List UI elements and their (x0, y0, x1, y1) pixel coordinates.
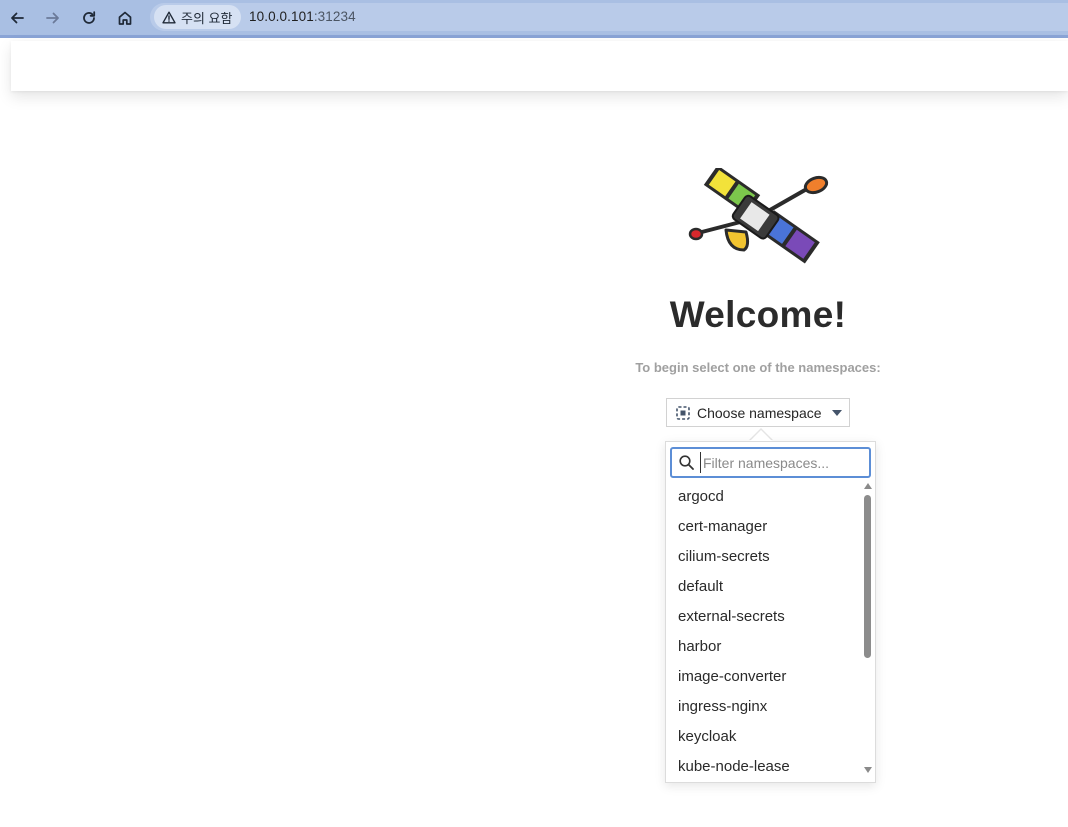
caret-down-icon (831, 409, 842, 416)
namespace-list-item[interactable]: argocd (666, 482, 861, 512)
forward-button[interactable] (39, 4, 67, 32)
namespace-list-item[interactable]: harbor (666, 632, 861, 662)
scroll-up-arrow-icon[interactable] (864, 483, 872, 489)
reload-button[interactable] (75, 4, 103, 32)
filter-namespaces-input[interactable] (700, 452, 865, 473)
back-button[interactable] (3, 4, 31, 32)
reload-icon (83, 11, 96, 24)
scrollbar-thumb[interactable] (864, 495, 871, 658)
security-label: 주의 요함 (181, 10, 233, 26)
arrow-right-icon (46, 12, 59, 24)
scroll-down-arrow-icon[interactable] (864, 767, 872, 773)
address-bar[interactable]: 주의 요함 10.0.0.101:31234 (150, 3, 1068, 31)
namespace-dropdown: argocdcert-managercilium-secretsdefaulte… (665, 441, 876, 783)
arrow-left-icon (11, 12, 24, 24)
search-icon (679, 455, 694, 470)
browser-toolbar: 주의 요함 10.0.0.101:31234 (0, 0, 1068, 38)
warning-triangle-icon (162, 11, 176, 23)
url-host: 10.0.0.101 (249, 9, 314, 24)
home-icon (118, 11, 132, 25)
namespace-list-item[interactable]: cilium-secrets (666, 542, 861, 572)
welcome-title: Welcome! (669, 294, 847, 335)
welcome-subtitle: To begin select one of the namespaces: (635, 360, 881, 375)
choose-namespace-button[interactable]: Choose namespace (666, 398, 850, 427)
scrollbar[interactable] (862, 482, 874, 778)
url-port: :31234 (313, 9, 356, 24)
namespace-list-item[interactable]: cert-manager (666, 512, 861, 542)
namespace-list-item[interactable]: ingress-nginx (666, 692, 861, 722)
url-text[interactable]: 10.0.0.101:31234 (249, 9, 356, 24)
dropdown-pointer-inner (750, 430, 772, 441)
namespace-list-item[interactable]: keycloak (666, 722, 861, 752)
filter-field[interactable] (670, 447, 871, 478)
app-header (11, 41, 1068, 91)
namespace-list-item[interactable]: default (666, 572, 861, 602)
namespace-list: argocd cert-manager cilium-secrets default e… (666, 482, 861, 780)
namespace-list-item[interactable]: kube-node-lease (666, 752, 861, 780)
namespace-icon (676, 405, 690, 420)
security-chip[interactable]: 주의 요함 (154, 5, 242, 29)
satellite-logo (688, 168, 829, 264)
namespace-list-item[interactable]: image-converter (666, 662, 861, 692)
choose-namespace-label: Choose namespace (697, 404, 822, 421)
namespace-list-item[interactable]: external-secrets (666, 602, 861, 632)
home-button[interactable] (111, 4, 139, 32)
